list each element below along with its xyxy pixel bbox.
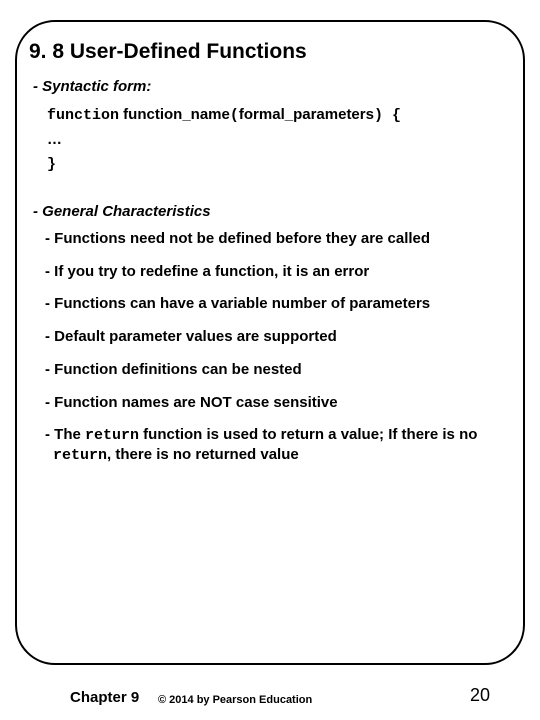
lparen: ( [230, 107, 239, 124]
code-close-brace: } [47, 155, 511, 175]
rparen-brace: ) { [374, 107, 401, 124]
chapter-label: Chapter 9 [70, 689, 139, 706]
slide-frame: 9. 8 User-Defined Functions - Syntactic … [15, 20, 525, 665]
copyright-text: © 2014 by Pearson Education [158, 694, 312, 706]
bullet-item: - Default parameter values are supported [45, 328, 511, 347]
function-name: function_name [119, 106, 230, 123]
text: - The [45, 426, 85, 443]
keyword-return: return [53, 447, 107, 464]
page-number: 20 [470, 685, 490, 706]
general-characteristics-label: - General Characteristics [33, 203, 511, 220]
bullet-item: - If you try to redefine a function, it … [45, 263, 511, 282]
bullet-item: - Function definitions can be nested [45, 361, 511, 380]
keyword-return: return [85, 427, 139, 444]
footer: Chapter 9 © 2014 by Pearson Education 20 [0, 676, 540, 706]
bullet-item: - Functions can have a variable number o… [45, 295, 511, 314]
code-ellipsis: … [47, 130, 511, 150]
code-line-1: function function_name(formal_parameters… [47, 105, 511, 126]
bullet-item: - Function names are NOT case sensitive [45, 394, 511, 413]
formal-parameters: formal_parameters [239, 106, 374, 123]
slide-title: 9. 8 User-Defined Functions [29, 40, 511, 64]
bullet-item: - Functions need not be defined before t… [45, 230, 511, 249]
text: function is used to return a value; If t… [139, 426, 477, 443]
bullet-return: - The return function is used to return … [45, 426, 511, 466]
syntactic-form-label: - Syntactic form: [33, 78, 511, 95]
keyword-function: function [47, 107, 119, 124]
text: , there is no returned value [107, 446, 299, 463]
